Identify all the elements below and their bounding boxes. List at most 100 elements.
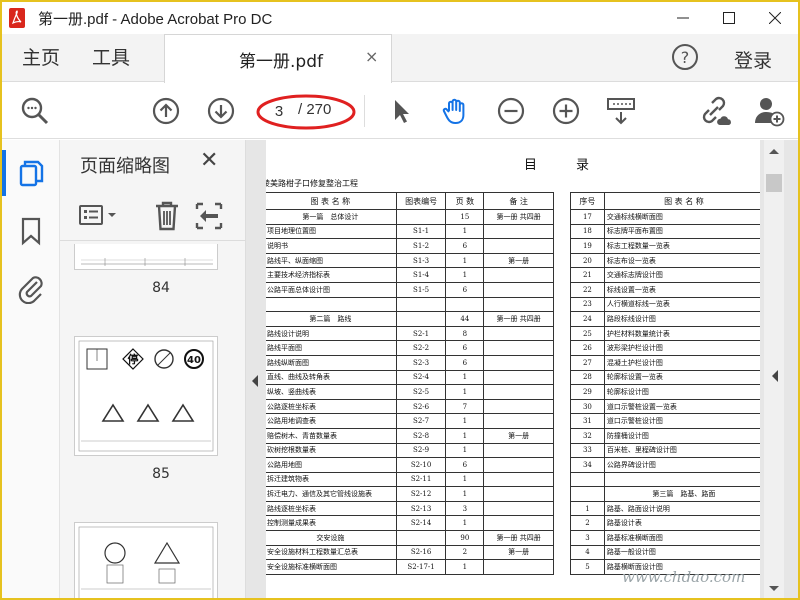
table-cell: 23 bbox=[570, 296, 605, 313]
panel-close-button[interactable]: ✕ bbox=[200, 148, 218, 173]
table-cell: 混凝土护栏设计图 bbox=[603, 354, 760, 371]
share-link-icon[interactable] bbox=[696, 92, 734, 130]
red-annotation-ellipse bbox=[256, 94, 356, 130]
table-cell: 标志牌平面布置图 bbox=[603, 223, 760, 240]
table-row: 25 护栏材料数量统计表 bbox=[570, 325, 760, 342]
table-cell: S2-3 bbox=[395, 354, 447, 371]
table-cell: 第二篇 路线 bbox=[266, 311, 397, 327]
table-cell: S2-5 bbox=[395, 384, 447, 400]
table-cell: 防撞桶设计图 bbox=[603, 427, 760, 444]
table-cell: S2-17-1 bbox=[395, 559, 447, 575]
table-row: 说明书 S1-2 6 bbox=[266, 238, 554, 254]
table-cell: 护栏材料数量统计表 bbox=[603, 325, 760, 342]
thumbnail-page-85[interactable]: 停 40 bbox=[74, 336, 218, 456]
table-row: 4 路基一般设计图 bbox=[570, 544, 760, 561]
table-cell: S1-5 bbox=[395, 281, 447, 298]
home-menu[interactable]: 主页 bbox=[22, 43, 60, 70]
table-cell: 安全设施标准横断面图 bbox=[266, 559, 397, 575]
collapse-left-arrow-icon[interactable] bbox=[250, 372, 260, 387]
table-cell: 控制测量成果表 bbox=[266, 515, 397, 532]
menu-bar: 主页 工具 ? 登录 bbox=[2, 34, 798, 82]
table-cell: 路段标线设计图 bbox=[603, 311, 760, 327]
table-row: 路线纵断面图 S2-3 6 bbox=[266, 354, 554, 371]
table-cell: 1 bbox=[445, 252, 485, 269]
table-cell bbox=[483, 296, 554, 313]
next-page-icon[interactable] bbox=[202, 92, 240, 130]
window-title: 第一册.pdf - Adobe Acrobat Pro DC bbox=[38, 11, 273, 28]
attachment-icon[interactable] bbox=[16, 272, 46, 305]
document-scrollbar[interactable] bbox=[764, 140, 784, 598]
page-thumbnails-icon[interactable] bbox=[16, 158, 46, 188]
table-row: 33 百米桩、里程碑设计图 bbox=[570, 442, 760, 459]
table-row: 公路用地图 S2-10 6 bbox=[266, 457, 554, 473]
table-row: 直线、曲线及转角表 S2-4 1 bbox=[266, 369, 554, 386]
table-row: 项目地理位置图 S1-1 1 bbox=[266, 223, 554, 240]
delete-page-icon[interactable] bbox=[152, 200, 182, 232]
close-window-button[interactable] bbox=[752, 2, 798, 34]
zoom-in-icon[interactable] bbox=[547, 92, 585, 130]
table-row: 路线设计说明 S2-1 8 bbox=[266, 325, 554, 342]
table-cell: 2 bbox=[445, 544, 485, 561]
keyboard-scroll-icon[interactable] bbox=[602, 92, 640, 130]
table-cell: S2-12 bbox=[395, 486, 447, 502]
table-cell: 6 bbox=[445, 457, 485, 473]
table-cell bbox=[483, 325, 554, 342]
table-row: 第二篇 路线 44 第一册 共四册 bbox=[266, 311, 554, 327]
table-cell bbox=[395, 209, 447, 225]
hand-tool-icon[interactable] bbox=[436, 92, 474, 130]
help-icon[interactable]: ? bbox=[670, 42, 700, 72]
table-row: 赔偿树木、青苗数量表 S2-8 1 第一册 bbox=[266, 427, 554, 444]
tab-document[interactable]: 第一册.pdf × bbox=[164, 34, 392, 83]
table-cell: 28 bbox=[570, 369, 605, 386]
table-cell: S2-13 bbox=[395, 500, 447, 517]
table-cell: 1 bbox=[445, 486, 485, 502]
table-row: 21 交通标志牌设计图 bbox=[570, 267, 760, 283]
table-cell: S2-9 bbox=[395, 442, 447, 459]
zoom-search-icon[interactable] bbox=[16, 92, 54, 130]
bookmark-icon[interactable] bbox=[18, 216, 44, 246]
table-cell: S2-7 bbox=[395, 413, 447, 429]
table-cell: 20 bbox=[570, 252, 605, 269]
document-view[interactable]: 目 录 陵美路柑子口修复整治工程 图 表 名 称图表编号页 数备 注第一篇 总体… bbox=[246, 140, 798, 598]
select-cursor-icon[interactable] bbox=[382, 92, 420, 130]
minimize-button[interactable] bbox=[660, 2, 706, 34]
active-indicator bbox=[2, 150, 6, 196]
zoom-out-icon[interactable] bbox=[492, 92, 530, 130]
table-cell: 1 bbox=[445, 515, 485, 532]
table-row: 22 标线设置一览表 bbox=[570, 281, 760, 298]
stop-sign-text: 停 bbox=[128, 352, 139, 366]
table-cell: S1-3 bbox=[395, 252, 447, 269]
table-cell bbox=[395, 530, 447, 546]
table-row: 控制测量成果表 S2-14 1 bbox=[266, 515, 554, 532]
table-row: 安全设施材料工程数量汇总表 S2-16 2 第一册 bbox=[266, 544, 554, 561]
tab-close-button[interactable]: × bbox=[365, 47, 378, 66]
table-cell bbox=[483, 223, 554, 240]
doc-subtitle: 陵美路柑子口修复整治工程 bbox=[266, 179, 358, 188]
table-row: 19 标志工程数量一览表 bbox=[570, 238, 760, 254]
thumbnail-page-86[interactable] bbox=[74, 522, 218, 598]
table-cell: 44 bbox=[445, 311, 485, 327]
login-button[interactable]: 登录 bbox=[734, 46, 772, 73]
toc-table-left: 图 表 名 称图表编号页 数备 注第一篇 总体设计 15 第一册 共四册 项目地理位置… bbox=[266, 192, 554, 575]
table-cell: S2-14 bbox=[395, 515, 447, 532]
table-cell: 路线平、纵面缩图 bbox=[266, 252, 397, 269]
table-cell bbox=[483, 486, 554, 502]
table-cell: 第三篇 路基、路面 bbox=[603, 486, 760, 502]
tools-menu[interactable]: 工具 bbox=[92, 43, 130, 70]
maximize-button[interactable] bbox=[706, 2, 752, 34]
previous-page-icon[interactable] bbox=[147, 92, 185, 130]
table-cell bbox=[483, 500, 554, 517]
table-cell: 33 bbox=[570, 442, 605, 459]
doc-title: 目 录 bbox=[524, 158, 590, 173]
table-cell: 90 bbox=[445, 530, 485, 546]
table-row: 26 波形梁护栏设计图 bbox=[570, 340, 760, 356]
add-user-icon[interactable] bbox=[750, 92, 788, 130]
thumbnail-options-icon[interactable] bbox=[78, 202, 120, 230]
table-cell: 人行横道标线一览表 bbox=[603, 296, 760, 313]
crop-page-icon[interactable] bbox=[194, 200, 224, 232]
table-row: 20 标志布设一览表 bbox=[570, 252, 760, 269]
acrobat-window: 第一册.pdf - Adobe Acrobat Pro DC 主页 工具 ? 登… bbox=[0, 0, 800, 600]
table-row: 34 公路界碑设计图 bbox=[570, 457, 760, 473]
table-cell: S2-16 bbox=[395, 544, 447, 561]
thumbnail-page-84[interactable] bbox=[74, 244, 218, 270]
